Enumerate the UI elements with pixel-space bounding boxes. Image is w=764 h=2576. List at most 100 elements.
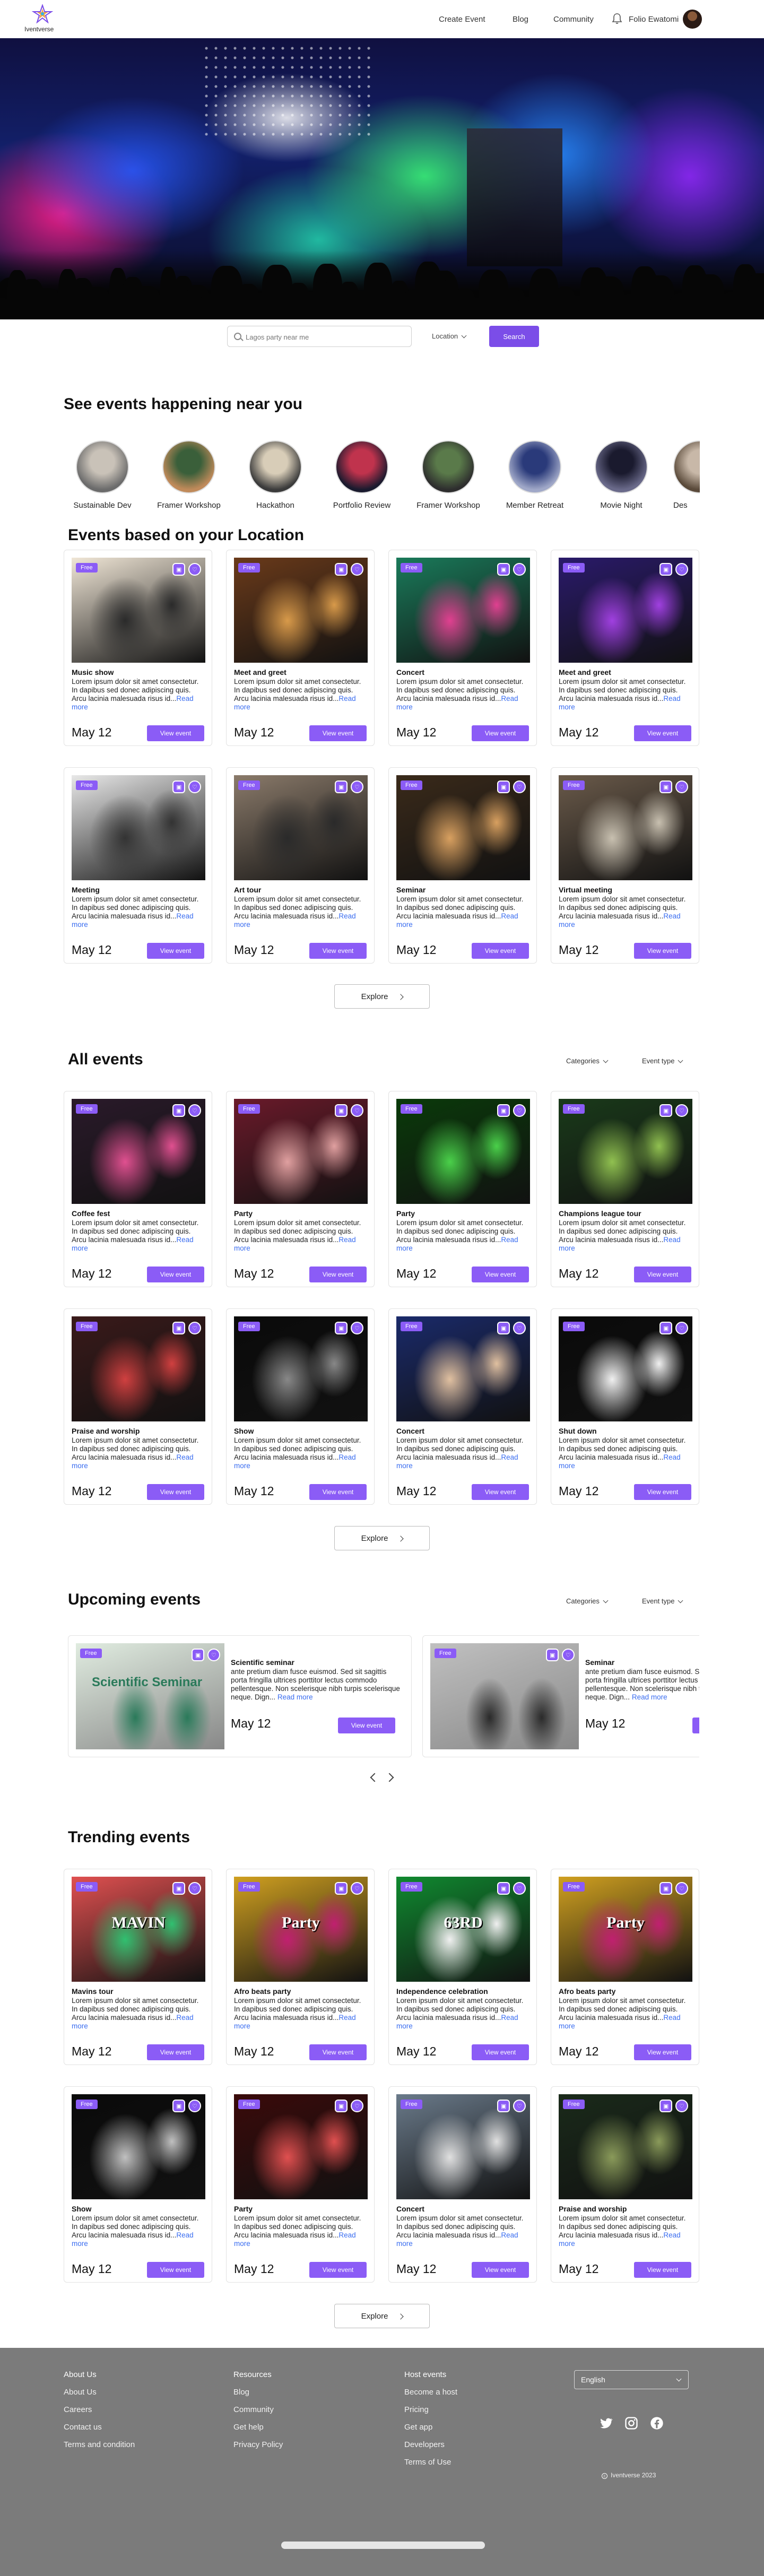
view-event-button[interactable]: View event bbox=[472, 1267, 529, 1282]
event-card[interactable]: Free ▣ ♡ Show Lorem ipsum dolor sit amet con… bbox=[226, 1308, 375, 1505]
bell-icon[interactable] bbox=[612, 13, 622, 24]
heart-icon[interactable]: ♡ bbox=[513, 1104, 526, 1117]
calendar-icon[interactable]: ▣ bbox=[497, 2100, 510, 2112]
event-card[interactable]: Free ▣ ♡ Shut down Lorem ipsum dolor sit ame… bbox=[551, 1308, 699, 1505]
view-event-button[interactable]: View event bbox=[147, 943, 204, 959]
view-event-button[interactable]: View event bbox=[147, 2044, 204, 2060]
heart-icon[interactable]: ♡ bbox=[351, 1104, 363, 1117]
calendar-icon[interactable]: ▣ bbox=[335, 563, 348, 576]
view-event-button[interactable]: View event bbox=[472, 1484, 529, 1500]
footer-link[interactable]: Get help bbox=[233, 2423, 283, 2432]
view-event-button[interactable]: View event bbox=[472, 2044, 529, 2060]
read-more-link[interactable]: Read more bbox=[632, 1693, 667, 1701]
explore-all-button[interactable]: Explore bbox=[334, 1526, 430, 1550]
event-card[interactable]: Free ▣ ♡ Meet and greet Lorem ipsum dolor si… bbox=[551, 550, 699, 746]
calendar-icon[interactable]: ▣ bbox=[659, 780, 672, 793]
view-event-button[interactable]: View event bbox=[634, 725, 691, 741]
calendar-icon[interactable]: ▣ bbox=[497, 1104, 510, 1117]
nav-blog[interactable]: Blog bbox=[513, 15, 528, 24]
view-event-button[interactable]: View event bbox=[472, 2262, 529, 2278]
heart-icon[interactable]: ♡ bbox=[513, 1322, 526, 1334]
heart-icon[interactable]: ♡ bbox=[513, 563, 526, 576]
search-field[interactable] bbox=[227, 326, 412, 347]
heart-icon[interactable]: ♡ bbox=[351, 1882, 363, 1895]
event-card[interactable]: Free ▣ ♡ Meeting Lorem ipsum dolor sit amet … bbox=[64, 767, 212, 964]
category-item[interactable]: Sustainable Dev bbox=[68, 440, 137, 510]
heart-icon[interactable]: ♡ bbox=[513, 780, 526, 793]
footer-link[interactable]: Careers bbox=[64, 2405, 135, 2414]
event-card[interactable]: Free ▣ ♡ Concert Lorem ipsum dolor sit amet … bbox=[388, 550, 537, 746]
view-event-button[interactable]: View event bbox=[147, 725, 204, 741]
heart-icon[interactable]: ♡ bbox=[675, 780, 688, 793]
view-event-button[interactable]: View event bbox=[692, 1718, 699, 1733]
logo[interactable]: Iventverse bbox=[24, 4, 67, 34]
carousel-prev-icon[interactable] bbox=[370, 1773, 379, 1782]
calendar-icon[interactable]: ▣ bbox=[659, 2100, 672, 2112]
calendar-icon[interactable]: ▣ bbox=[335, 1322, 348, 1334]
upcoming-event-card[interactable]: Scientific Seminar Free ▣ ♡ Scientific semin… bbox=[68, 1635, 412, 1757]
category-item[interactable]: Framer Workshop bbox=[414, 440, 483, 510]
view-event-button[interactable]: View event bbox=[147, 1267, 204, 1282]
calendar-icon[interactable]: ▣ bbox=[172, 780, 185, 793]
footer-link[interactable]: Privacy Policy bbox=[233, 2440, 283, 2449]
view-event-button[interactable]: View event bbox=[634, 1484, 691, 1500]
category-item[interactable]: Hackathon bbox=[241, 440, 310, 510]
event-card[interactable]: Free ▣ ♡ Praise and worship Lorem ipsum dolo… bbox=[551, 2086, 699, 2283]
calendar-icon[interactable]: ▣ bbox=[335, 1104, 348, 1117]
category-item[interactable]: Movie Night bbox=[587, 440, 656, 510]
calendar-icon[interactable]: ▣ bbox=[659, 1882, 672, 1895]
calendar-icon[interactable]: ▣ bbox=[659, 563, 672, 576]
heart-icon[interactable]: ♡ bbox=[351, 1322, 363, 1334]
instagram-icon[interactable] bbox=[624, 2416, 639, 2431]
footer-link[interactable]: Blog bbox=[233, 2388, 283, 2397]
category-item[interactable]: Portfolio Review bbox=[327, 440, 396, 510]
heart-icon[interactable]: ♡ bbox=[351, 2100, 363, 2112]
calendar-icon[interactable]: ▣ bbox=[659, 1104, 672, 1117]
event-card[interactable]: MAVIN Free ▣ ♡ Mavins tour Lorem ipsum dolor … bbox=[64, 1869, 212, 2065]
view-event-button[interactable]: View event bbox=[309, 725, 367, 741]
view-event-button[interactable]: View event bbox=[147, 2262, 204, 2278]
twitter-icon[interactable] bbox=[598, 2416, 613, 2431]
footer-link[interactable]: Get app bbox=[404, 2423, 457, 2432]
heart-icon[interactable]: ♡ bbox=[513, 2100, 526, 2112]
heart-icon[interactable]: ♡ bbox=[188, 2100, 201, 2112]
event-card[interactable]: Free ▣ ♡ Party Lorem ipsum dolor sit amet co… bbox=[388, 1091, 537, 1287]
carousel-next-icon[interactable] bbox=[385, 1773, 394, 1782]
view-event-button[interactable]: View event bbox=[634, 1267, 691, 1282]
heart-icon[interactable]: ♡ bbox=[207, 1649, 220, 1661]
view-event-button[interactable]: View event bbox=[634, 2262, 691, 2278]
explore-location-button[interactable]: Explore bbox=[334, 984, 430, 1009]
calendar-icon[interactable]: ▣ bbox=[497, 1882, 510, 1895]
upcoming-categories-filter[interactable]: Categories bbox=[566, 1597, 609, 1605]
calendar-icon[interactable]: ▣ bbox=[497, 1322, 510, 1334]
view-event-button[interactable]: View event bbox=[309, 1484, 367, 1500]
calendar-icon[interactable]: ▣ bbox=[497, 780, 510, 793]
view-event-button[interactable]: View event bbox=[309, 943, 367, 959]
category-item[interactable]: Member Retreat bbox=[500, 440, 569, 510]
view-event-button[interactable]: View event bbox=[472, 725, 529, 741]
view-event-button[interactable]: View event bbox=[634, 943, 691, 959]
footer-link[interactable]: Become a host bbox=[404, 2388, 457, 2397]
language-select[interactable]: English bbox=[574, 2370, 689, 2389]
heart-icon[interactable]: ♡ bbox=[562, 1649, 575, 1661]
heart-icon[interactable]: ♡ bbox=[675, 1882, 688, 1895]
calendar-icon[interactable]: ▣ bbox=[172, 1322, 185, 1334]
view-event-button[interactable]: View event bbox=[472, 943, 529, 959]
search-button[interactable]: Search bbox=[489, 326, 539, 347]
event-card[interactable]: Free ▣ ♡ Seminar Lorem ipsum dolor sit amet … bbox=[388, 767, 537, 964]
upcoming-event-card[interactable]: Free ▣ ♡ Seminar ante pretium diam fusce eui… bbox=[422, 1635, 699, 1757]
heart-icon[interactable]: ♡ bbox=[675, 1322, 688, 1334]
event-card[interactable]: Free ▣ ♡ Meet and greet Lorem ipsum dolor si… bbox=[226, 550, 375, 746]
calendar-icon[interactable]: ▣ bbox=[659, 1322, 672, 1334]
heart-icon[interactable]: ♡ bbox=[675, 1104, 688, 1117]
calendar-icon[interactable]: ▣ bbox=[172, 1104, 185, 1117]
calendar-icon[interactable]: ▣ bbox=[335, 2100, 348, 2112]
footer-link[interactable]: Terms of Use bbox=[404, 2458, 457, 2467]
event-card[interactable]: Free ▣ ♡ Coffee fest Lorem ipsum dolor sit a… bbox=[64, 1091, 212, 1287]
event-card[interactable]: Free ▣ ♡ Champions league tour Lorem ipsum d… bbox=[551, 1091, 699, 1287]
calendar-icon[interactable]: ▣ bbox=[335, 780, 348, 793]
calendar-icon[interactable]: ▣ bbox=[497, 563, 510, 576]
location-select[interactable]: Location bbox=[424, 326, 480, 347]
event-card[interactable]: Free ▣ ♡ Concert Lorem ipsum dolor sit amet … bbox=[388, 1308, 537, 1505]
calendar-icon[interactable]: ▣ bbox=[192, 1649, 204, 1661]
